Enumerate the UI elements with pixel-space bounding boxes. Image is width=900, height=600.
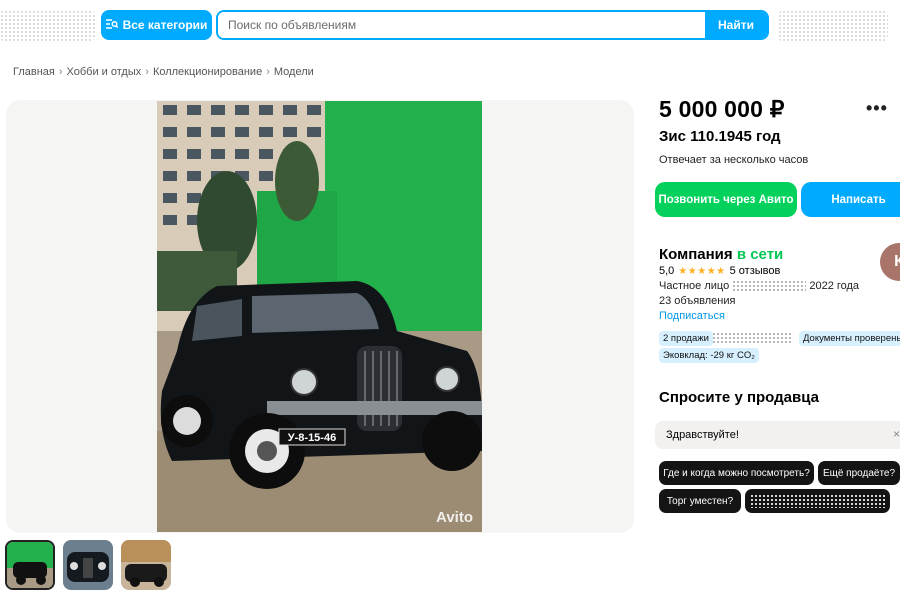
star-rating-icon: ★★★★★	[678, 265, 726, 277]
main-photo[interactable]: У-8-15-46 Avito	[157, 101, 482, 532]
search-input[interactable]	[218, 12, 705, 38]
quick-question-chip[interactable]: Где и когда можно посмотреть?	[659, 461, 814, 485]
ask-seller-heading: Спросите у продавца	[659, 389, 819, 406]
blurred-header-right	[778, 10, 888, 42]
thumbnail-1[interactable]	[5, 540, 55, 590]
all-categories-button[interactable]: Все категории	[101, 10, 212, 40]
seller-since-year: 2022 года	[809, 280, 860, 292]
rating-value: 5,0	[659, 265, 675, 277]
thumbnail-3[interactable]	[121, 540, 171, 590]
license-plate: У-8-15-46	[288, 432, 336, 444]
breadcrumb-item-models[interactable]: Модели	[274, 66, 314, 78]
message-input[interactable]: Здравствуйте!	[655, 421, 900, 449]
documents-badge: Документы проверены	[799, 331, 900, 346]
clear-message-icon[interactable]: ×	[893, 427, 900, 441]
seller-type: Частное лицо	[659, 280, 730, 292]
reviews-count: 5 отзывов	[729, 265, 781, 277]
thumbnail-2[interactable]	[63, 540, 113, 590]
avatar[interactable]: К	[880, 243, 900, 281]
search-bar: Найти	[216, 10, 769, 40]
more-options-icon[interactable]: •••	[866, 98, 888, 119]
seller-since: Частное лицо 2022 года	[659, 280, 860, 293]
blurred-badge	[712, 332, 792, 344]
price: 5 000 000 ₽	[659, 96, 785, 122]
quick-question-chip-blurred[interactable]	[745, 489, 890, 513]
breadcrumb-item-home[interactable]: Главная	[13, 66, 55, 78]
blurred-text	[732, 280, 807, 293]
blurred-text	[750, 494, 885, 508]
blurred-logo	[0, 10, 95, 42]
message-text: Здравствуйте!	[666, 429, 739, 441]
seller-name[interactable]: Компания в сети	[659, 246, 783, 263]
online-status: в сети	[736, 246, 784, 263]
breadcrumb-separator-icon: ›	[266, 66, 270, 78]
avito-watermark: Avito	[436, 509, 473, 526]
breadcrumb-separator-icon: ›	[145, 66, 149, 78]
quick-question-chip[interactable]: Торг уместен?	[659, 489, 741, 513]
breadcrumb-separator-icon: ›	[58, 66, 63, 78]
seller-name-label: Компания	[659, 246, 733, 263]
find-button[interactable]: Найти	[705, 12, 767, 38]
breadcrumb: Главная › Хобби и отдых › Коллекциониров…	[13, 66, 314, 78]
all-categories-label: Все категории	[122, 18, 208, 32]
write-message-button[interactable]: Написать	[801, 182, 900, 217]
seller-rating[interactable]: 5,0 ★★★★★ 5 отзывов	[659, 265, 780, 277]
listing-title: Зис 110.1945 год	[659, 128, 781, 145]
response-time: Отвечает за несколько часов	[659, 154, 809, 166]
call-via-avito-button[interactable]: Позвонить через Авито	[655, 182, 797, 217]
ads-count[interactable]: 23 объявления	[659, 295, 735, 307]
breadcrumb-item-hobby[interactable]: Хобби и отдых	[67, 66, 142, 78]
subscribe-link[interactable]: Подписаться	[659, 310, 725, 322]
quick-question-chip[interactable]: Ещё продаёте?	[818, 461, 900, 485]
categories-icon	[105, 18, 118, 32]
eco-badge: Эковклад: -29 кг CO₂	[659, 348, 759, 363]
breadcrumb-item-collecting[interactable]: Коллекционирование	[153, 66, 262, 78]
sales-badge: 2 продажи	[659, 331, 713, 346]
